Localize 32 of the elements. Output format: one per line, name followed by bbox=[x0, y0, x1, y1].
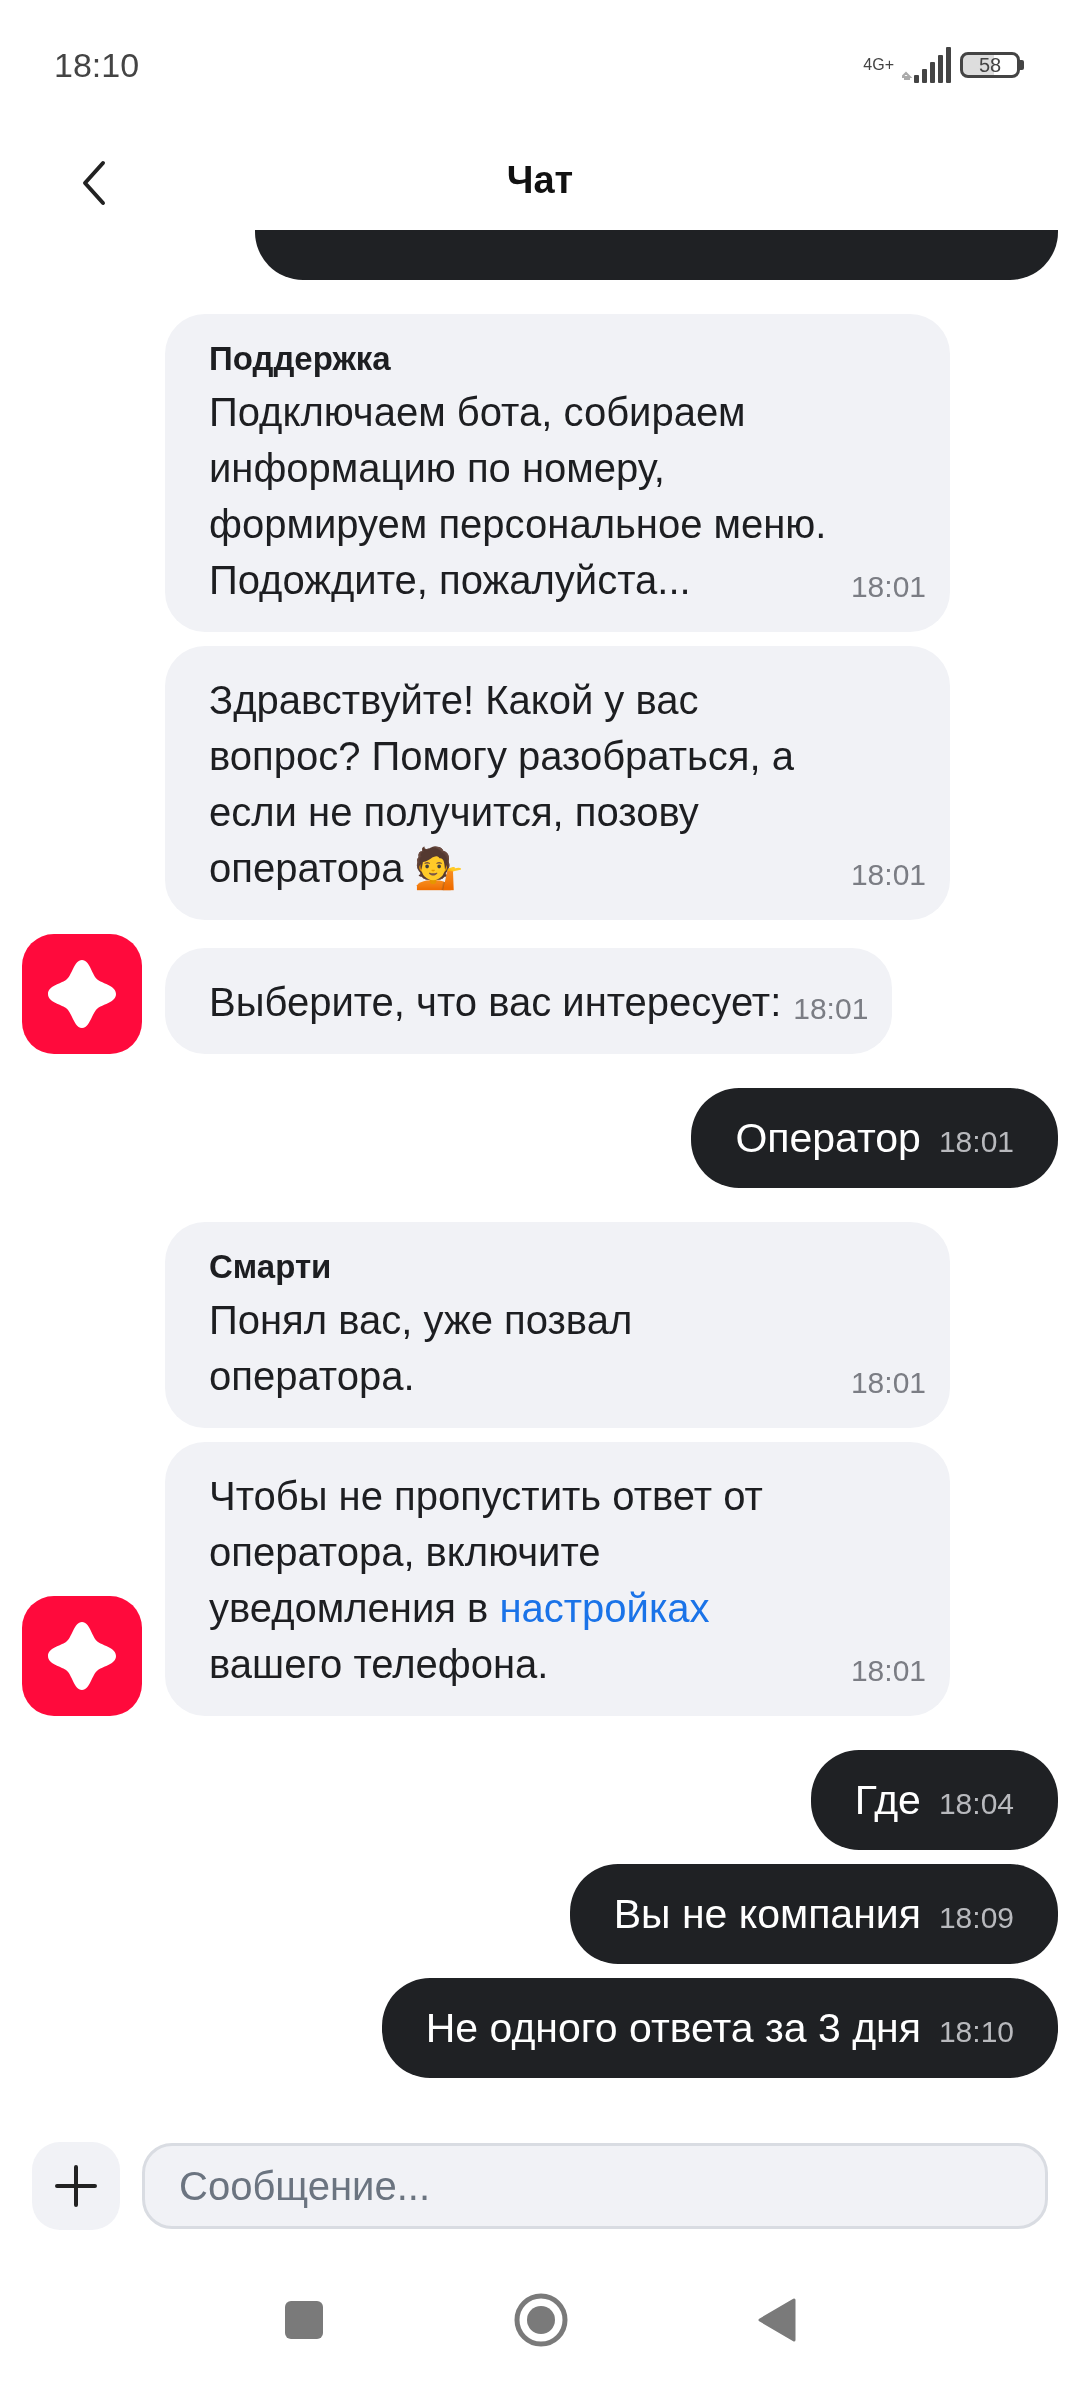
message-text: Здравствуйте! Какой у вас вопрос? Помогу разобраться, а если не получится, позову оператора 💁 bbox=[209, 677, 795, 893]
message-text: Понял вас, уже позвал оператора. bbox=[209, 1297, 634, 1400]
screen-title: Чат bbox=[506, 158, 574, 202]
message-text: Не одного ответа за 3 дня bbox=[425, 2004, 921, 2053]
message-time: 18:01 bbox=[938, 1125, 1014, 1159]
message-time: 18:01 bbox=[850, 858, 926, 892]
settings-link[interactable]: настройках bbox=[499, 1586, 710, 1630]
message-text: Вы не компания bbox=[613, 1890, 921, 1939]
message-text: Выберите, что вас интересует: bbox=[209, 979, 782, 1026]
sender-name: Поддержка bbox=[209, 340, 392, 378]
message-time: 18:10 bbox=[938, 2015, 1014, 2049]
message-time: 18:04 bbox=[938, 1787, 1014, 1821]
network-label: 4G+ bbox=[863, 57, 894, 73]
plus-icon bbox=[54, 2164, 98, 2208]
message-time: 18:01 bbox=[793, 992, 869, 1026]
message-time: 18:01 bbox=[850, 1366, 926, 1400]
message-field[interactable]: Сообщение... bbox=[142, 2143, 1048, 2229]
home-button[interactable] bbox=[514, 2293, 568, 2347]
message-text: Оператор bbox=[735, 1114, 921, 1163]
back-icon bbox=[81, 160, 107, 206]
clock: 18:10 bbox=[54, 45, 140, 85]
message-time: 18:09 bbox=[938, 1901, 1014, 1935]
sender-name: Смарти bbox=[209, 1248, 333, 1286]
message-text: Чтобы не пропустить ответ от оператора, включите уведомления в настройках вашего телефона. bbox=[209, 1473, 764, 1688]
back-nav-button[interactable] bbox=[758, 2297, 796, 2343]
message-text: Подключаем бота, собираем информацию по номеру, формируем персональное меню. Подождите, пожалуйста... bbox=[209, 389, 828, 604]
signal-icon bbox=[902, 47, 952, 83]
message-time: 18:01 bbox=[850, 570, 926, 604]
attach-button[interactable] bbox=[32, 2142, 120, 2230]
message-text: Где bbox=[854, 1776, 921, 1825]
message-time: 18:01 bbox=[850, 1654, 926, 1688]
recent-apps-button[interactable] bbox=[284, 2300, 324, 2340]
